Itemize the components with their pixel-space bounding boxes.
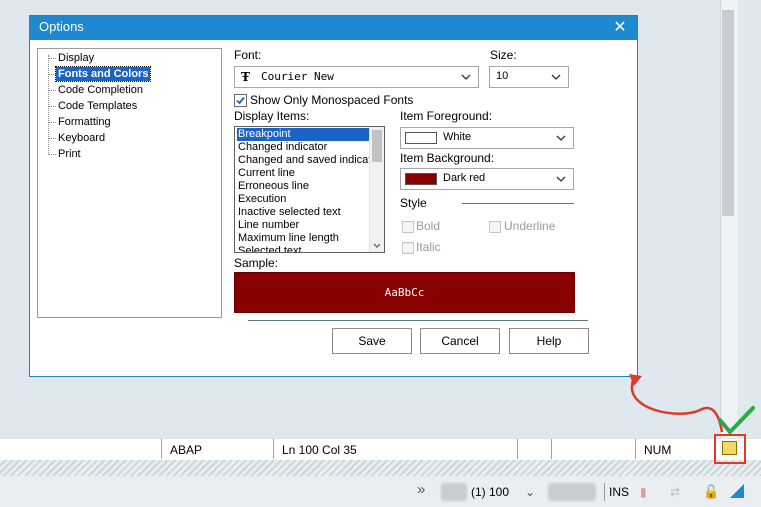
system-status-bar: » (1) 100 ⌄ INS ▮ ⇄ 🔓 (0, 476, 761, 507)
tree-connector-tick (48, 154, 56, 155)
dialog-title: Options (39, 19, 84, 34)
display-items-list[interactable]: Breakpoint Changed indicator Changed and… (234, 126, 385, 253)
lock-icon[interactable]: 🔓 (703, 483, 719, 501)
chevron-down-icon[interactable] (460, 70, 472, 84)
size-label: Size: (490, 48, 517, 62)
editor-settings-icon[interactable] (722, 441, 737, 455)
font-select[interactable]: Ŧ Courier New (234, 66, 479, 88)
monospaced-checkbox[interactable] (234, 94, 247, 107)
foreground-color-swatch (405, 132, 437, 144)
tree-item-code-completion[interactable]: Code Completion (56, 83, 145, 97)
item-foreground-value: White (443, 131, 472, 143)
help-button[interactable]: Help (509, 328, 589, 354)
tree-item-keyboard[interactable]: Keyboard (56, 131, 107, 145)
options-dialog: Options ✕ Display Fonts and Colors Code … (29, 15, 638, 377)
size-select[interactable]: 10 (489, 66, 569, 88)
tree-item-fonts-and-colors[interactable]: Fonts and Colors (54, 66, 152, 82)
list-item[interactable]: Erroneous line (237, 180, 369, 193)
close-icon[interactable]: ✕ (611, 18, 629, 36)
dialog-title-bar[interactable]: Options ✕ (30, 16, 637, 40)
sample-label: Sample: (234, 256, 279, 270)
style-group-line (462, 203, 574, 204)
monospaced-checkbox-label[interactable]: Show Only Monospaced Fonts (250, 93, 413, 107)
tree-item-formatting[interactable]: Formatting (56, 115, 113, 129)
bold-checkbox-label[interactable]: Bold (416, 219, 440, 233)
item-foreground-select[interactable]: White (400, 127, 574, 149)
truetype-font-icon: Ŧ (241, 70, 250, 84)
list-scrollbar-thumb[interactable] (372, 130, 382, 162)
item-foreground-label: Item Foreground: (400, 109, 493, 123)
sample-preview: AaBbCc (234, 272, 575, 313)
status-language: ABAP (161, 439, 273, 459)
tree-connector-tick (48, 90, 56, 91)
checkmark-icon (236, 96, 245, 105)
button-separator (248, 320, 588, 321)
blurred-server-name (548, 483, 596, 501)
list-item[interactable]: Line number (237, 219, 369, 232)
tree-connector-tick (48, 58, 56, 59)
flag-icon: ▮ (640, 485, 647, 499)
style-group-label: Style (400, 196, 427, 210)
status-cursor-position: Ln 100 Col 35 (273, 439, 517, 459)
list-item[interactable]: Breakpoint (237, 128, 369, 141)
item-background-value: Dark red (443, 172, 486, 184)
tree-connector-tick (48, 106, 56, 107)
font-label: Font: (234, 48, 262, 62)
list-item[interactable]: Changed indicator (237, 141, 369, 154)
resize-grip-icon[interactable] (730, 484, 744, 498)
double-chevron-right-icon[interactable]: » (417, 481, 425, 499)
italic-checkbox-label[interactable]: Italic (416, 240, 441, 254)
background-color-swatch (405, 173, 437, 185)
size-select-value: 10 (496, 70, 509, 82)
tree-connector-line (48, 55, 49, 155)
display-items-label: Display Items: (234, 109, 310, 123)
chevron-down-icon[interactable] (555, 172, 567, 186)
italic-checkbox[interactable] (402, 242, 414, 254)
insert-mode: INS (604, 483, 629, 501)
list-item[interactable]: Execution (237, 193, 369, 206)
sample-preview-text: AaBbCc (384, 286, 425, 299)
tree-connector-tick (48, 138, 56, 139)
status-empty-cell (517, 439, 551, 459)
tree-item-code-templates[interactable]: Code Templates (56, 99, 139, 113)
tree-connector-tick (48, 122, 56, 123)
bold-checkbox[interactable] (402, 221, 414, 233)
underline-checkbox[interactable] (489, 221, 501, 233)
item-background-label: Item Background: (400, 151, 495, 165)
chevron-down-icon[interactable]: ⌄ (525, 483, 535, 501)
item-background-select[interactable]: Dark red (400, 168, 574, 190)
tree-item-print[interactable]: Print (56, 147, 83, 161)
list-item[interactable]: Maximum line length (237, 232, 369, 245)
transfer-icon: ⇄ (670, 485, 681, 499)
session-info: (1) 100 (471, 485, 510, 499)
tree-connector-tick (48, 74, 56, 75)
tree-item-display[interactable]: Display (56, 51, 96, 65)
options-category-tree[interactable]: Display Fonts and Colors Code Completion… (37, 48, 222, 318)
chevron-down-icon[interactable] (372, 242, 382, 250)
chevron-down-icon[interactable] (555, 131, 567, 145)
list-item[interactable]: Current line (237, 167, 369, 180)
save-button[interactable]: Save (332, 328, 412, 354)
cancel-button[interactable]: Cancel (420, 328, 500, 354)
list-scrollbar[interactable] (369, 127, 384, 252)
underline-checkbox-label[interactable]: Underline (504, 219, 555, 233)
list-item[interactable]: Changed and saved indicat (237, 154, 369, 167)
chevron-down-icon[interactable] (550, 70, 562, 84)
font-select-value: Courier New (261, 70, 334, 83)
list-item[interactable]: Inactive selected text (237, 206, 369, 219)
list-item[interactable]: Selected text (237, 245, 369, 252)
blurred-system-id (441, 483, 467, 501)
editor-scrollbar-thumb[interactable] (722, 10, 734, 216)
